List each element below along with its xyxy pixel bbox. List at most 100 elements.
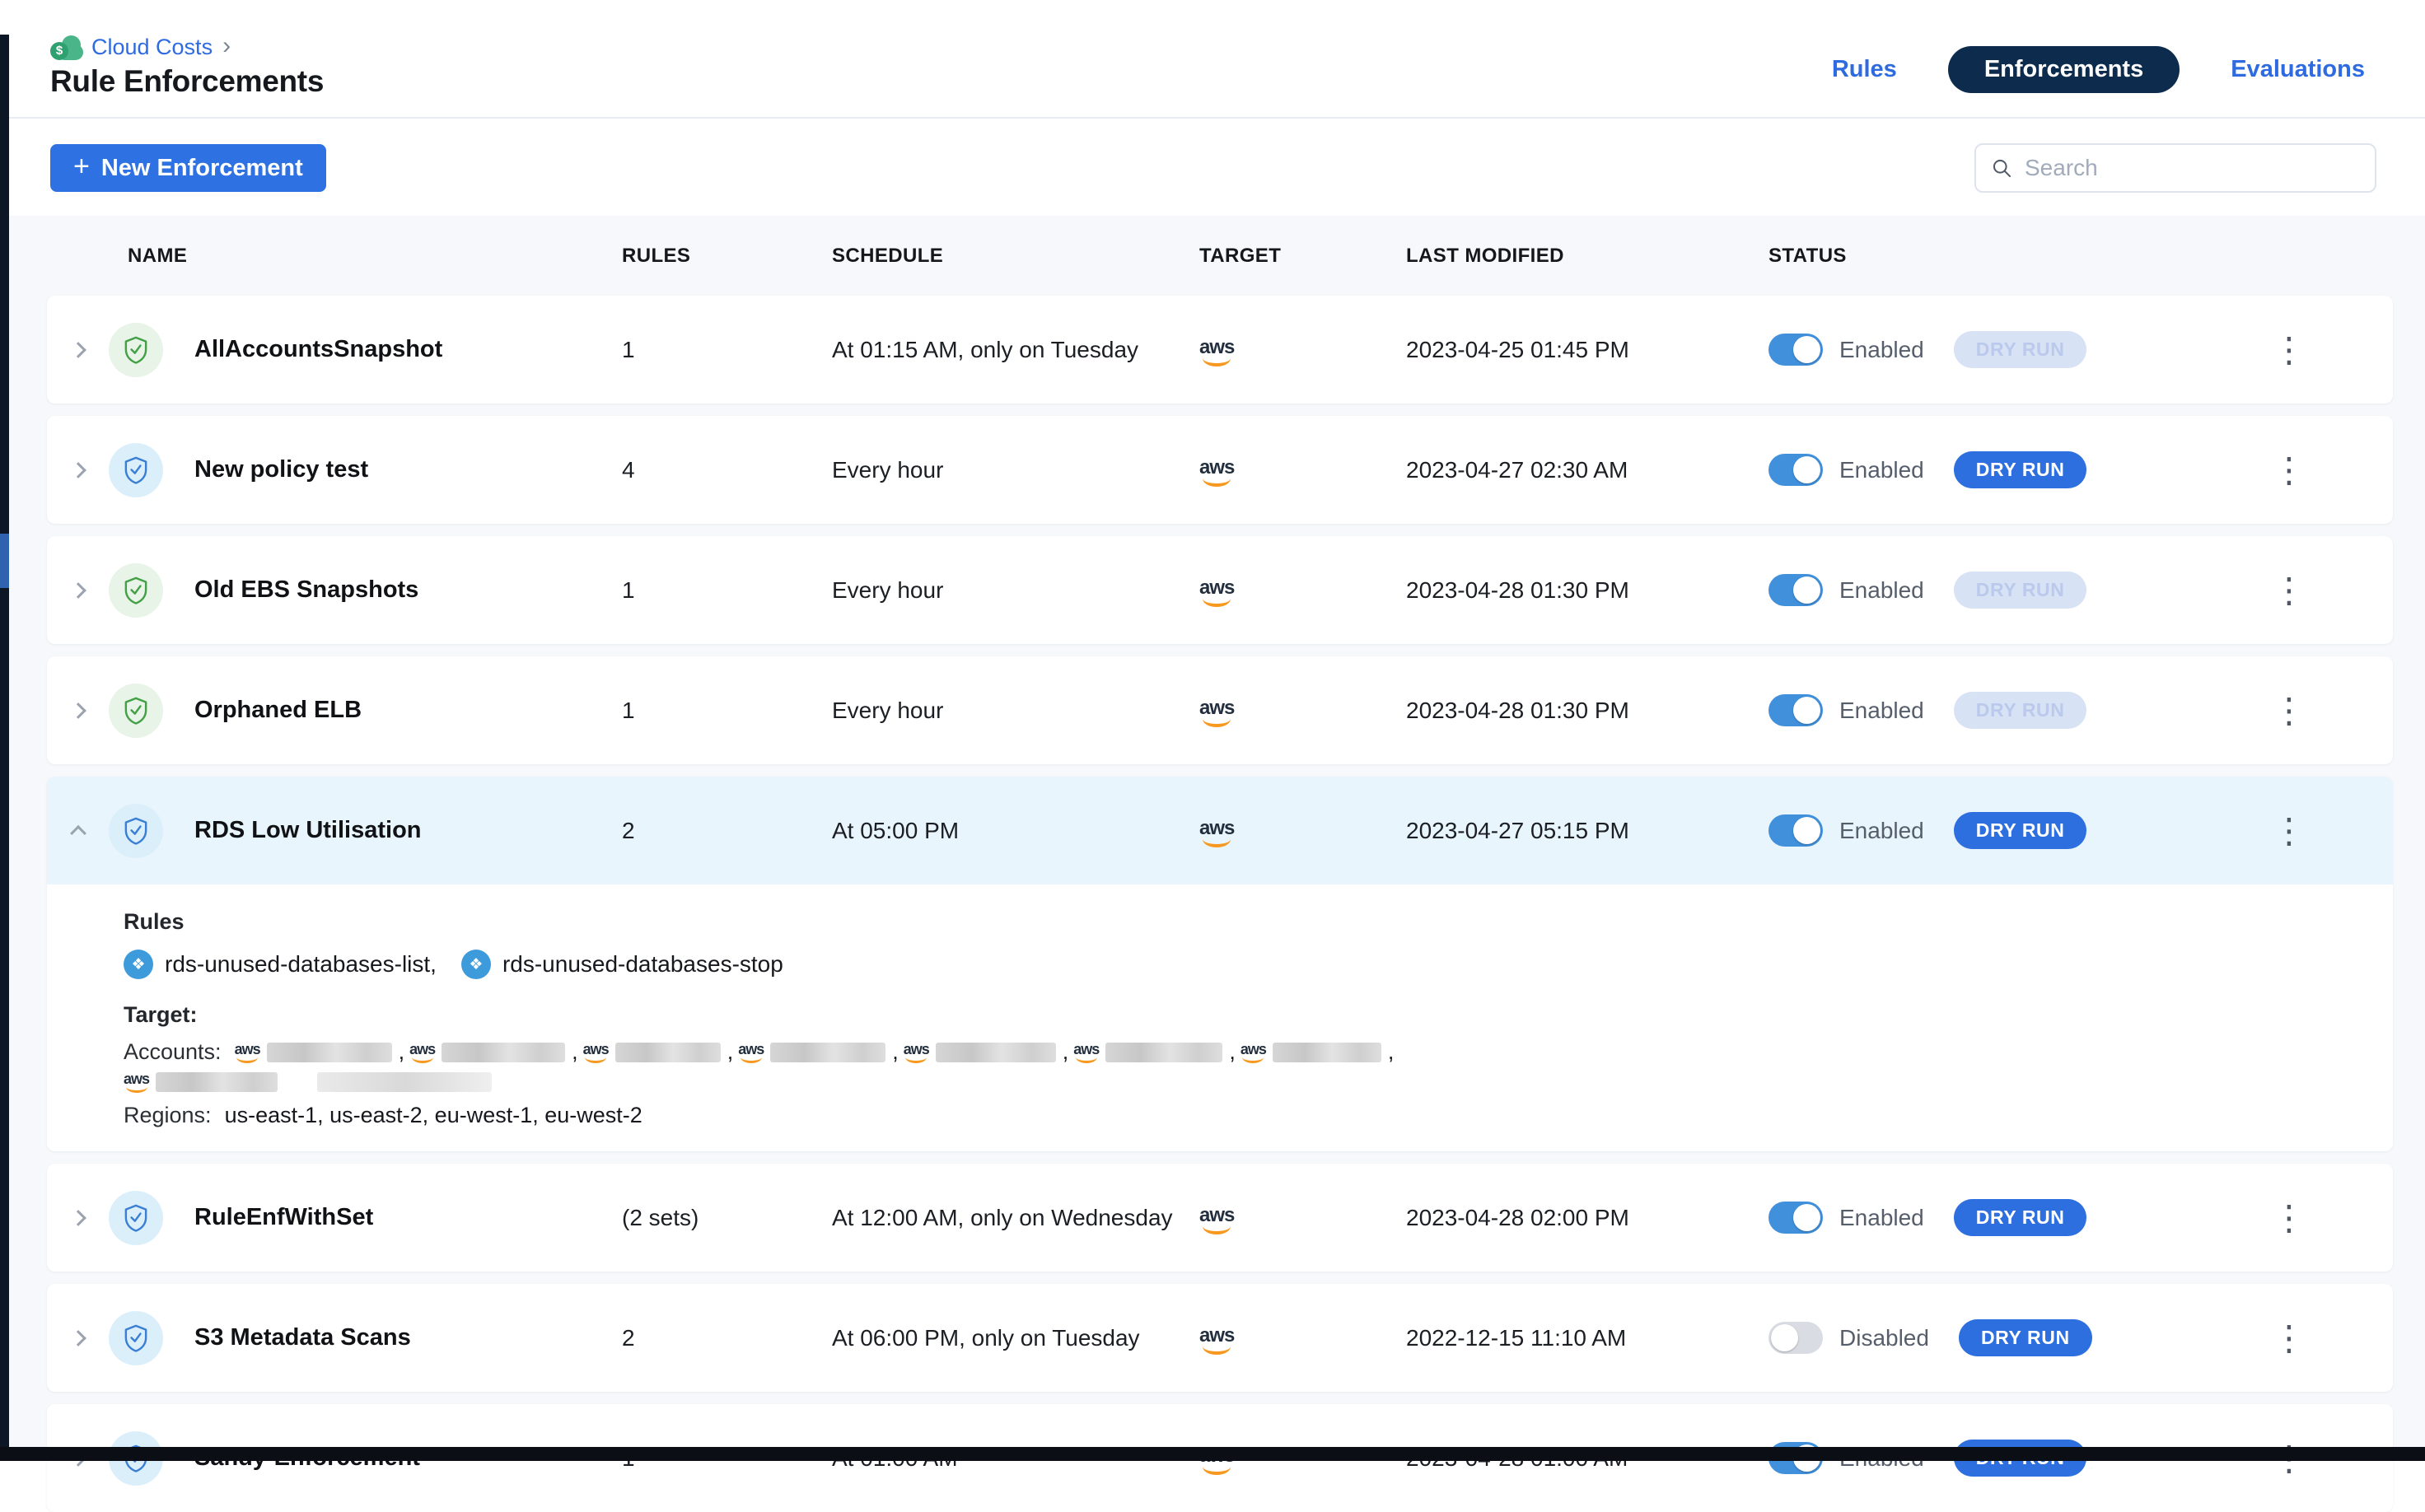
expand-row-button[interactable] <box>47 705 109 716</box>
schedule-text: Every hour <box>832 698 1199 724</box>
expand-row-button[interactable] <box>47 585 109 596</box>
status-cell: Disabled DRY RUN ⋮ <box>1769 1319 2393 1356</box>
rule-chip[interactable]: ❖rds-unused-databases-stop <box>461 950 783 979</box>
expand-row-button[interactable] <box>47 825 109 837</box>
expand-row-button[interactable] <box>47 344 109 356</box>
status-cell: Enabled DRY RUN ⋮ <box>1769 451 2393 488</box>
expand-row-button[interactable] <box>47 1332 109 1344</box>
plus-icon: + <box>73 152 90 180</box>
rule-icon: ❖ <box>461 950 491 979</box>
aws-logo-icon: aws <box>1199 1326 1234 1355</box>
search-box[interactable] <box>1974 143 2376 193</box>
rule-enforcements-page: $ Cloud Costs › Rule Enforcements Rules … <box>9 0 2425 1461</box>
status-label: Enabled <box>1839 457 1924 483</box>
redacted-account: aws, <box>904 1039 1069 1065</box>
last-modified: 2023-04-28 02:00 PM <box>1406 1205 1769 1231</box>
enforcement-name: AllAccountsSnapshot <box>191 336 622 363</box>
schedule-text: At 05:00 PM <box>832 818 1199 844</box>
kebab-menu-icon[interactable]: ⋮ <box>2272 573 2306 608</box>
rules-count: 2 <box>622 1325 832 1351</box>
col-header-schedule: SCHEDULE <box>832 245 1199 268</box>
last-modified: 2022-12-15 11:10 AM <box>1406 1325 1769 1351</box>
status-cell: Enabled DRY RUN ⋮ <box>1769 331 2393 368</box>
app-frame-bottom-strip <box>0 1447 2425 1461</box>
dry-run-badge: DRY RUN <box>1959 1319 2092 1356</box>
breadcrumb-chevron-icon: › <box>222 34 231 58</box>
kebab-menu-icon[interactable]: ⋮ <box>2272 453 2306 488</box>
cloud-costs-icon: $ <box>50 35 83 60</box>
dry-run-badge: DRY RUN <box>1954 812 2087 849</box>
policy-icon-cell <box>109 1191 191 1245</box>
kebab-menu-icon[interactable]: ⋮ <box>2272 1321 2306 1356</box>
new-enforcement-button[interactable]: + New Enforcement <box>50 144 326 192</box>
tab-enforcements-active[interactable]: Enforcements <box>1948 46 2180 93</box>
sidebar-active-notch <box>0 534 9 588</box>
regions-label: Regions: <box>124 1103 212 1128</box>
enabled-toggle[interactable] <box>1769 694 1823 726</box>
table-row: S3 Metadata Scans 2 At 06:00 PM, only on… <box>47 1284 2393 1392</box>
enabled-toggle[interactable] <box>1769 1202 1823 1234</box>
tab-rules[interactable]: Rules <box>1832 56 1897 83</box>
aws-logo-icon: aws <box>124 1071 149 1093</box>
breadcrumb[interactable]: $ Cloud Costs › <box>50 35 231 60</box>
app-frame-left-strip <box>0 35 9 1448</box>
rules-count: 1 <box>622 698 832 724</box>
rule-chip[interactable]: ❖rds-unused-databases-list, <box>124 950 437 979</box>
policy-icon-cell <box>109 1311 191 1365</box>
shield-check-icon <box>109 443 163 497</box>
target-cell: aws <box>1199 814 1406 847</box>
schedule-text: At 12:00 AM, only on Wednesday <box>832 1205 1199 1231</box>
accounts-row: Accounts: aws,aws,aws,aws,aws,aws,aws,aw… <box>124 1039 1474 1093</box>
table-row: RDS Low Utilisation 2 At 05:00 PM aws 20… <box>47 777 2393 1151</box>
search-icon <box>1991 157 2013 180</box>
table-body: AllAccountsSnapshot 1 At 01:15 AM, only … <box>47 296 2393 1512</box>
search-input[interactable] <box>2025 155 2360 181</box>
status-cell: Enabled DRY RUN ⋮ <box>1769 812 2393 849</box>
expand-row-button[interactable] <box>47 464 109 476</box>
last-modified: 2023-04-25 01:45 PM <box>1406 337 1769 363</box>
redacted-account <box>317 1072 492 1092</box>
aws-logo-icon: aws <box>1199 698 1234 727</box>
table-row: Old EBS Snapshots 1 Every hour aws 2023-… <box>47 536 2393 644</box>
breadcrumb-label[interactable]: Cloud Costs <box>91 35 213 60</box>
status-label: Enabled <box>1839 698 1924 724</box>
rules-section-label: Rules <box>124 909 2360 935</box>
shield-check-icon <box>109 1191 163 1245</box>
shield-check-icon <box>109 804 163 858</box>
enabled-toggle[interactable] <box>1769 1322 1823 1354</box>
policy-icon-cell <box>109 804 191 858</box>
last-modified: 2023-04-27 02:30 AM <box>1406 457 1769 483</box>
tab-evaluations[interactable]: Evaluations <box>2231 56 2365 83</box>
aws-logo-icon: aws <box>1199 458 1234 487</box>
status-label: Enabled <box>1839 577 1924 604</box>
kebab-menu-icon[interactable]: ⋮ <box>2272 333 2306 367</box>
expanded-detail-panel: Rules ❖rds-unused-databases-list,❖rds-un… <box>47 884 2393 1151</box>
kebab-menu-icon[interactable]: ⋮ <box>2272 693 2306 728</box>
target-cell: aws <box>1199 573 1406 607</box>
shield-check-icon <box>109 1311 163 1365</box>
status-cell: Enabled DRY RUN ⋮ <box>1769 692 2393 729</box>
enabled-toggle[interactable] <box>1769 334 1823 366</box>
rules-list: ❖rds-unused-databases-list, ❖rds-unused-d… <box>124 950 2360 979</box>
redacted-account: aws, <box>738 1039 899 1065</box>
last-modified: 2023-04-27 05:15 PM <box>1406 818 1769 844</box>
enforcement-name: Orphaned ELB <box>191 697 622 724</box>
rules-count: 1 <box>622 577 832 604</box>
kebab-menu-icon[interactable]: ⋮ <box>2272 1201 2306 1235</box>
status-label: Disabled <box>1839 1325 1929 1351</box>
expand-row-button[interactable] <box>47 1212 109 1224</box>
enforcements-table: NAME RULES SCHEDULE TARGET LAST MODIFIED… <box>9 216 2425 1459</box>
aws-logo-icon: aws <box>1241 1042 1266 1063</box>
last-modified: 2023-04-28 01:30 PM <box>1406 577 1769 604</box>
col-header-last-modified: LAST MODIFIED <box>1406 245 1769 268</box>
kebab-menu-icon[interactable]: ⋮ <box>2272 814 2306 848</box>
enabled-toggle[interactable] <box>1769 574 1823 606</box>
target-section-label: Target: <box>124 1002 2360 1028</box>
enabled-toggle[interactable] <box>1769 814 1823 847</box>
aws-logo-icon: aws <box>1073 1042 1099 1063</box>
target-cell: aws <box>1199 333 1406 366</box>
aws-logo-icon: aws <box>1199 819 1234 847</box>
enabled-toggle[interactable] <box>1769 454 1823 486</box>
redacted-account: aws, <box>583 1039 734 1065</box>
rules-count: 2 <box>622 818 832 844</box>
